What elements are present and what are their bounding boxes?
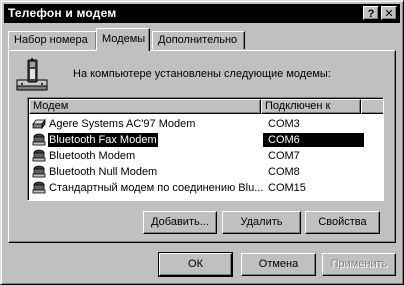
list-item[interactable]: Agere Systems AC'97 Modem COM3 <box>31 116 381 132</box>
tab-dialing[interactable]: Набор номера <box>8 31 97 49</box>
remove-modem-button[interactable]: Удалить <box>222 211 301 234</box>
modem-name: Agere Systems AC'97 Modem <box>49 118 196 130</box>
column-header-port[interactable]: Подключен к <box>261 99 361 114</box>
modem-list[interactable]: Модем Подключен к Agere Systems AC'97 Mo… <box>27 97 384 201</box>
modem-port: COM6 <box>263 133 364 147</box>
modem-port: COM8 <box>268 166 300 178</box>
cancel-button[interactable]: Отмена <box>241 253 316 276</box>
modem-port: COM7 <box>268 150 300 162</box>
tab-dialing-label: Набор номера <box>14 34 88 46</box>
modem-icon <box>32 118 46 130</box>
ok-button[interactable]: ОК <box>158 252 233 277</box>
window-title: Телефон и модем <box>8 6 117 20</box>
modem-name: Bluetooth Fax Modem <box>47 132 159 148</box>
add-modem-button[interactable]: Добавить... <box>143 211 217 234</box>
list-item[interactable]: Bluetooth Null Modem COM8 <box>31 164 381 180</box>
list-item[interactable]: Bluetooth Modem COM7 <box>31 148 381 164</box>
close-icon: ✕ <box>384 8 394 20</box>
modem-port: COM15 <box>268 182 306 194</box>
tab-modems[interactable]: Модемы <box>96 28 150 51</box>
modem-name: Bluetooth Modem <box>49 150 136 162</box>
tab-modems-label: Модемы <box>102 33 146 45</box>
modem-icon <box>32 133 46 146</box>
modems-description: На компьютере установлены следующие моде… <box>73 68 331 80</box>
list-item[interactable]: Стандартный модем по соединению Blu... C… <box>31 180 381 196</box>
tab-advanced[interactable]: Дополнительно <box>152 31 245 49</box>
help-button[interactable]: ? <box>363 6 379 20</box>
column-header-filler <box>361 99 383 114</box>
list-item-selected[interactable]: Bluetooth Fax Modem COM6 <box>31 132 381 148</box>
close-button[interactable]: ✕ <box>381 6 397 20</box>
modem-name: Стандартный модем по соединению Blu... <box>49 182 264 194</box>
tab-advanced-label: Дополнительно <box>158 34 238 46</box>
modem-icon <box>32 181 46 194</box>
apply-button[interactable]: Применить <box>322 253 396 276</box>
title-bar[interactable]: Телефон и модем ? ✕ <box>4 4 400 23</box>
modem-port: COM3 <box>268 118 300 130</box>
modem-icon <box>32 149 46 162</box>
column-header-modem[interactable]: Модем <box>29 99 261 114</box>
modem-properties-button[interactable]: Свойства <box>305 211 380 234</box>
modem-icon <box>32 165 46 178</box>
modem-name: Bluetooth Null Modem <box>49 166 158 178</box>
phone-modem-icon <box>16 58 48 91</box>
